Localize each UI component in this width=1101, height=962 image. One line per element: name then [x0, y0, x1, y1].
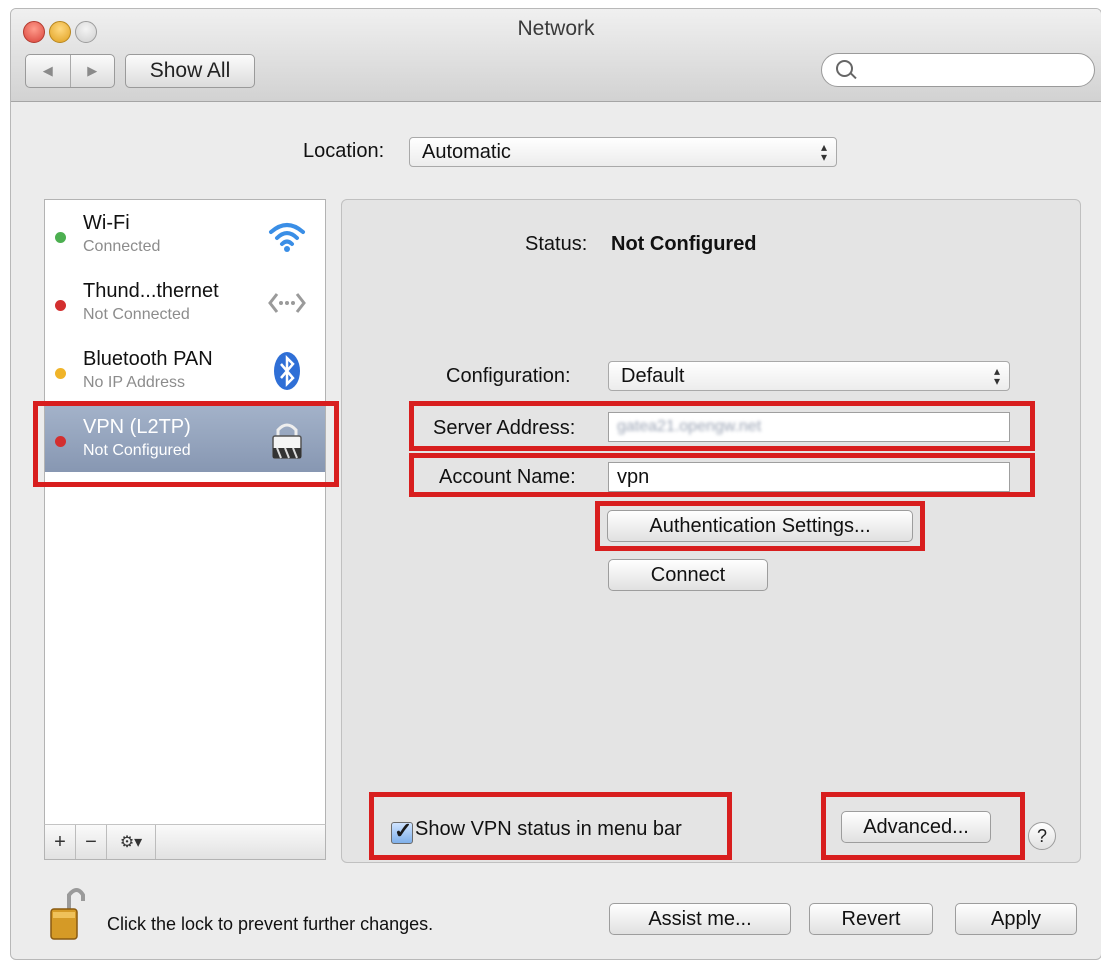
service-name: Thund...thernet — [83, 280, 219, 302]
status-dot-icon — [55, 368, 66, 379]
popup-arrows-icon: ▴ ▾ — [993, 364, 1000, 388]
service-item-bluetooth-pan[interactable]: Bluetooth PAN No IP Address — [45, 336, 325, 404]
window-title: Network — [517, 17, 595, 40]
title-bar: Network ◀ ▶ Show All — [11, 9, 1101, 102]
service-list-toolbar: + − ⚙▾ — [44, 824, 326, 860]
highlight-vpn-item — [33, 401, 339, 487]
search-icon — [836, 60, 853, 77]
lock-message: Click the lock to prevent further change… — [107, 914, 434, 934]
show-all-button[interactable]: Show All — [125, 54, 255, 88]
service-list: Wi-Fi Connected Thund...thernet Not Conn… — [44, 199, 326, 826]
highlight-server-address — [409, 401, 1035, 451]
connect-button[interactable]: Connect — [608, 559, 768, 591]
location-value: Automatic — [422, 140, 511, 163]
highlight-account-name — [409, 453, 1035, 497]
service-status: Not Connected — [83, 306, 190, 323]
service-status: Connected — [83, 238, 161, 255]
status-dot-icon — [55, 300, 66, 311]
bluetooth-icon — [274, 352, 300, 390]
search-field[interactable] — [821, 53, 1095, 87]
gear-menu-button[interactable]: ⚙▾ — [107, 825, 156, 859]
network-preferences-window: Network ◀ ▶ Show All Location: Automatic… — [10, 8, 1101, 960]
configuration-popup[interactable]: Default ▴ ▾ — [608, 361, 1010, 391]
ethernet-icon — [268, 293, 306, 313]
apply-button[interactable]: Apply — [955, 903, 1077, 935]
configuration-value: Default — [621, 364, 685, 387]
wifi-icon — [269, 223, 305, 252]
configuration-label: Configuration: — [446, 365, 571, 387]
popup-arrows-icon: ▴ ▾ — [820, 140, 827, 164]
service-item-thunderbolt-ethernet[interactable]: Thund...thernet Not Connected — [45, 268, 325, 336]
service-name: Bluetooth PAN — [83, 348, 213, 370]
highlight-show-vpn-status — [369, 792, 732, 860]
service-status: No IP Address — [83, 374, 185, 391]
highlight-advanced — [821, 792, 1025, 860]
remove-service-button[interactable]: − — [76, 825, 107, 859]
location-popup[interactable]: Automatic ▴ ▾ — [409, 137, 837, 167]
back-button[interactable]: ◀ — [26, 55, 71, 87]
assist-me-button[interactable]: Assist me... — [609, 903, 791, 935]
lock-icon[interactable] — [49, 885, 85, 941]
status-value: Not Configured — [611, 233, 757, 255]
navigation-segment: ◀ ▶ — [25, 54, 115, 88]
service-name: Wi-Fi — [83, 212, 130, 234]
highlight-auth-settings — [595, 501, 925, 551]
location-label: Location: — [303, 140, 385, 162]
forward-button[interactable]: ▶ — [71, 55, 115, 87]
service-item-wifi[interactable]: Wi-Fi Connected — [45, 200, 325, 268]
revert-button[interactable]: Revert — [809, 903, 933, 935]
add-service-button[interactable]: + — [45, 825, 76, 859]
status-dot-icon — [55, 232, 66, 243]
help-button[interactable]: ? — [1028, 822, 1056, 850]
status-label: Status: — [525, 233, 588, 255]
